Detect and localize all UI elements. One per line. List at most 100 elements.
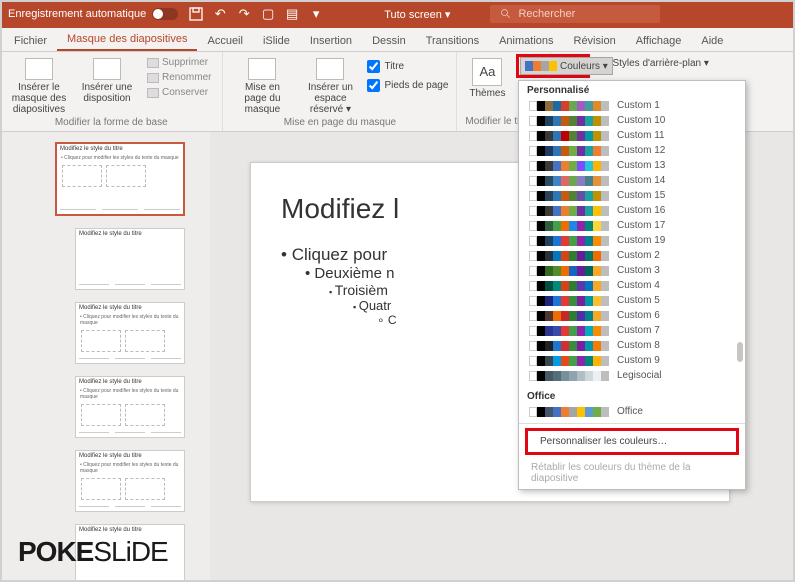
search-placeholder: Rechercher [518, 8, 575, 20]
tab-insertion[interactable]: Insertion [300, 31, 362, 51]
color-theme-label: Custom 7 [617, 325, 660, 336]
themes-label: Thèmes [469, 88, 505, 99]
master-layout-label: Mise en page du masque [233, 82, 291, 115]
insert-slide-master-button[interactable]: Insérer le masque des diapositives [8, 56, 70, 117]
colors-button-label: Couleurs ▾ [560, 61, 608, 72]
ribbon-tabs: FichierMasque des diapositivesAccueiliSl… [0, 28, 795, 52]
tab-masque-des-diapositives[interactable]: Masque des diapositives [57, 29, 197, 51]
color-theme-custom-11[interactable]: Custom 11 [519, 128, 745, 143]
color-theme-label: Custom 13 [617, 160, 665, 171]
color-theme-label: Office [617, 406, 643, 417]
master-layout-button[interactable]: Mise en page du masque [231, 56, 293, 117]
color-theme-office-row: Office [519, 404, 745, 419]
reset-theme-colors-button: Rétablir les couleurs du thème de la dia… [519, 457, 745, 489]
color-theme-label: Custom 10 [617, 115, 665, 126]
color-theme-custom-4[interactable]: Custom 4 [519, 278, 745, 293]
slide-thumbnails-panel: Modifiez le style du titre• Cliquez pour… [0, 132, 210, 582]
insert-slide-master-label: Insérer le masque des diapositives [10, 82, 68, 115]
autosave-toggle[interactable] [152, 8, 178, 20]
layout-icon [93, 58, 121, 80]
insert-placeholder-label: Insérer un espace réservé ▾ [301, 82, 359, 115]
title-checkbox-input[interactable] [367, 60, 380, 73]
undo-icon[interactable]: ↶ [212, 6, 228, 22]
delete-button[interactable]: Supprimer [144, 56, 214, 69]
color-theme-custom-14[interactable]: Custom 14 [519, 173, 745, 188]
color-theme-custom-2[interactable]: Custom 2 [519, 248, 745, 263]
search-box[interactable]: Rechercher [490, 5, 660, 23]
redo-icon[interactable]: ↷ [236, 6, 252, 22]
color-theme-custom-16[interactable]: Custom 16 [519, 203, 745, 218]
title-checkbox[interactable]: Titre [367, 60, 448, 73]
insert-placeholder-button[interactable]: Insérer un espace réservé ▾ [299, 56, 361, 117]
normal-view-icon[interactable]: ▤ [284, 6, 300, 22]
tab-animations[interactable]: Animations [489, 31, 563, 51]
preserve-label: Conserver [162, 87, 208, 98]
color-theme-custom-9[interactable]: Custom 9 [519, 353, 745, 368]
tab-aide[interactable]: Aide [691, 31, 733, 51]
color-theme-label: Custom 8 [617, 340, 660, 351]
insert-layout-button[interactable]: Insérer une disposition [76, 56, 138, 106]
master-thumbnail[interactable]: Modifiez le style du titre• Cliquez pour… [55, 142, 185, 216]
color-theme-custom-13[interactable]: Custom 13 [519, 158, 745, 173]
insert-layout-label: Insérer une disposition [78, 82, 136, 104]
color-theme-label: Custom 9 [617, 355, 660, 366]
save-icon[interactable] [188, 6, 204, 22]
color-theme-label: Custom 2 [617, 250, 660, 261]
tab-transitions[interactable]: Transitions [416, 31, 489, 51]
color-theme-office[interactable]: Office [519, 404, 745, 419]
color-theme-legisocial[interactable]: Legisocial [519, 368, 745, 383]
autosave-label: Enregistrement automatique [8, 8, 146, 20]
color-theme-custom-12[interactable]: Custom 12 [519, 143, 745, 158]
present-icon[interactable]: ▢ [260, 6, 276, 22]
placeholder-icon [316, 58, 344, 80]
color-theme-custom-7[interactable]: Custom 7 [519, 323, 745, 338]
qat-more-icon[interactable]: ▾ [308, 6, 324, 22]
watermark-part-b: SLiDE [93, 536, 167, 567]
annotation-highlight-customize: Personnaliser les couleurs… [525, 428, 739, 455]
color-theme-label: Custom 3 [617, 265, 660, 276]
footer-checkbox-input[interactable] [367, 79, 380, 92]
customize-colors-button[interactable]: Personnaliser les couleurs… [528, 431, 736, 452]
colors-dropdown-button[interactable]: Couleurs ▾ [520, 57, 613, 75]
master-layout-icon [248, 58, 276, 80]
color-theme-custom-6[interactable]: Custom 6 [519, 308, 745, 323]
layout-thumbnail[interactable]: Modifiez le style du titre [75, 228, 185, 290]
document-title[interactable]: Tuto screen ▾ [384, 8, 450, 21]
footer-checkbox[interactable]: Pieds de page [367, 79, 448, 92]
color-theme-custom-10[interactable]: Custom 10 [519, 113, 745, 128]
color-theme-label: Custom 14 [617, 175, 665, 186]
rename-button[interactable]: Renommer [144, 71, 214, 84]
rename-icon [147, 73, 159, 83]
watermark-logo: POKESLiDE [18, 536, 168, 568]
themes-button[interactable]: Aa Thèmes [465, 56, 509, 101]
color-theme-custom-1[interactable]: Custom 1 [519, 98, 745, 113]
color-theme-custom-17[interactable]: Custom 17 [519, 218, 745, 233]
group-label-master-layout: Mise en page du masque [231, 117, 448, 130]
color-theme-custom-19[interactable]: Custom 19 [519, 233, 745, 248]
tab-affichage[interactable]: Affichage [626, 31, 692, 51]
slide-master-icon [25, 58, 53, 80]
dropdown-scrollbar[interactable] [737, 342, 743, 362]
color-theme-label: Custom 5 [617, 295, 660, 306]
color-theme-custom-8[interactable]: Custom 8 [519, 338, 745, 353]
search-icon [500, 8, 512, 20]
tab-r-vision[interactable]: Révision [564, 31, 626, 51]
color-theme-custom-5[interactable]: Custom 5 [519, 293, 745, 308]
background-styles-button[interactable]: ◧ Styles d'arrière-plan ▾ [600, 58, 709, 69]
delete-label: Supprimer [162, 57, 208, 68]
layout-thumbnail[interactable]: Modifiez le style du titre• Cliquez pour… [75, 376, 185, 438]
layout-thumbnail[interactable]: Modifiez le style du titre• Cliquez pour… [75, 450, 185, 512]
layout-thumbnail[interactable]: Modifiez le style du titre• Cliquez pour… [75, 302, 185, 364]
dropdown-section-office: Office [519, 387, 745, 404]
tab-fichier[interactable]: Fichier [4, 31, 57, 51]
watermark-part-a: POKE [18, 536, 93, 567]
tab-accueil[interactable]: Accueil [197, 31, 252, 51]
color-theme-custom-15[interactable]: Custom 15 [519, 188, 745, 203]
color-theme-label: Custom 4 [617, 280, 660, 291]
tab-dessin[interactable]: Dessin [362, 31, 416, 51]
tab-islide[interactable]: iSlide [253, 31, 300, 51]
color-theme-list: Custom 1 Custom 10 Custom 11Custom 12 Custo… [519, 98, 745, 383]
color-theme-custom-3[interactable]: Custom 3 [519, 263, 745, 278]
group-label-edit-master: Modifier la forme de base [8, 117, 214, 130]
preserve-button[interactable]: Conserver [144, 86, 214, 99]
